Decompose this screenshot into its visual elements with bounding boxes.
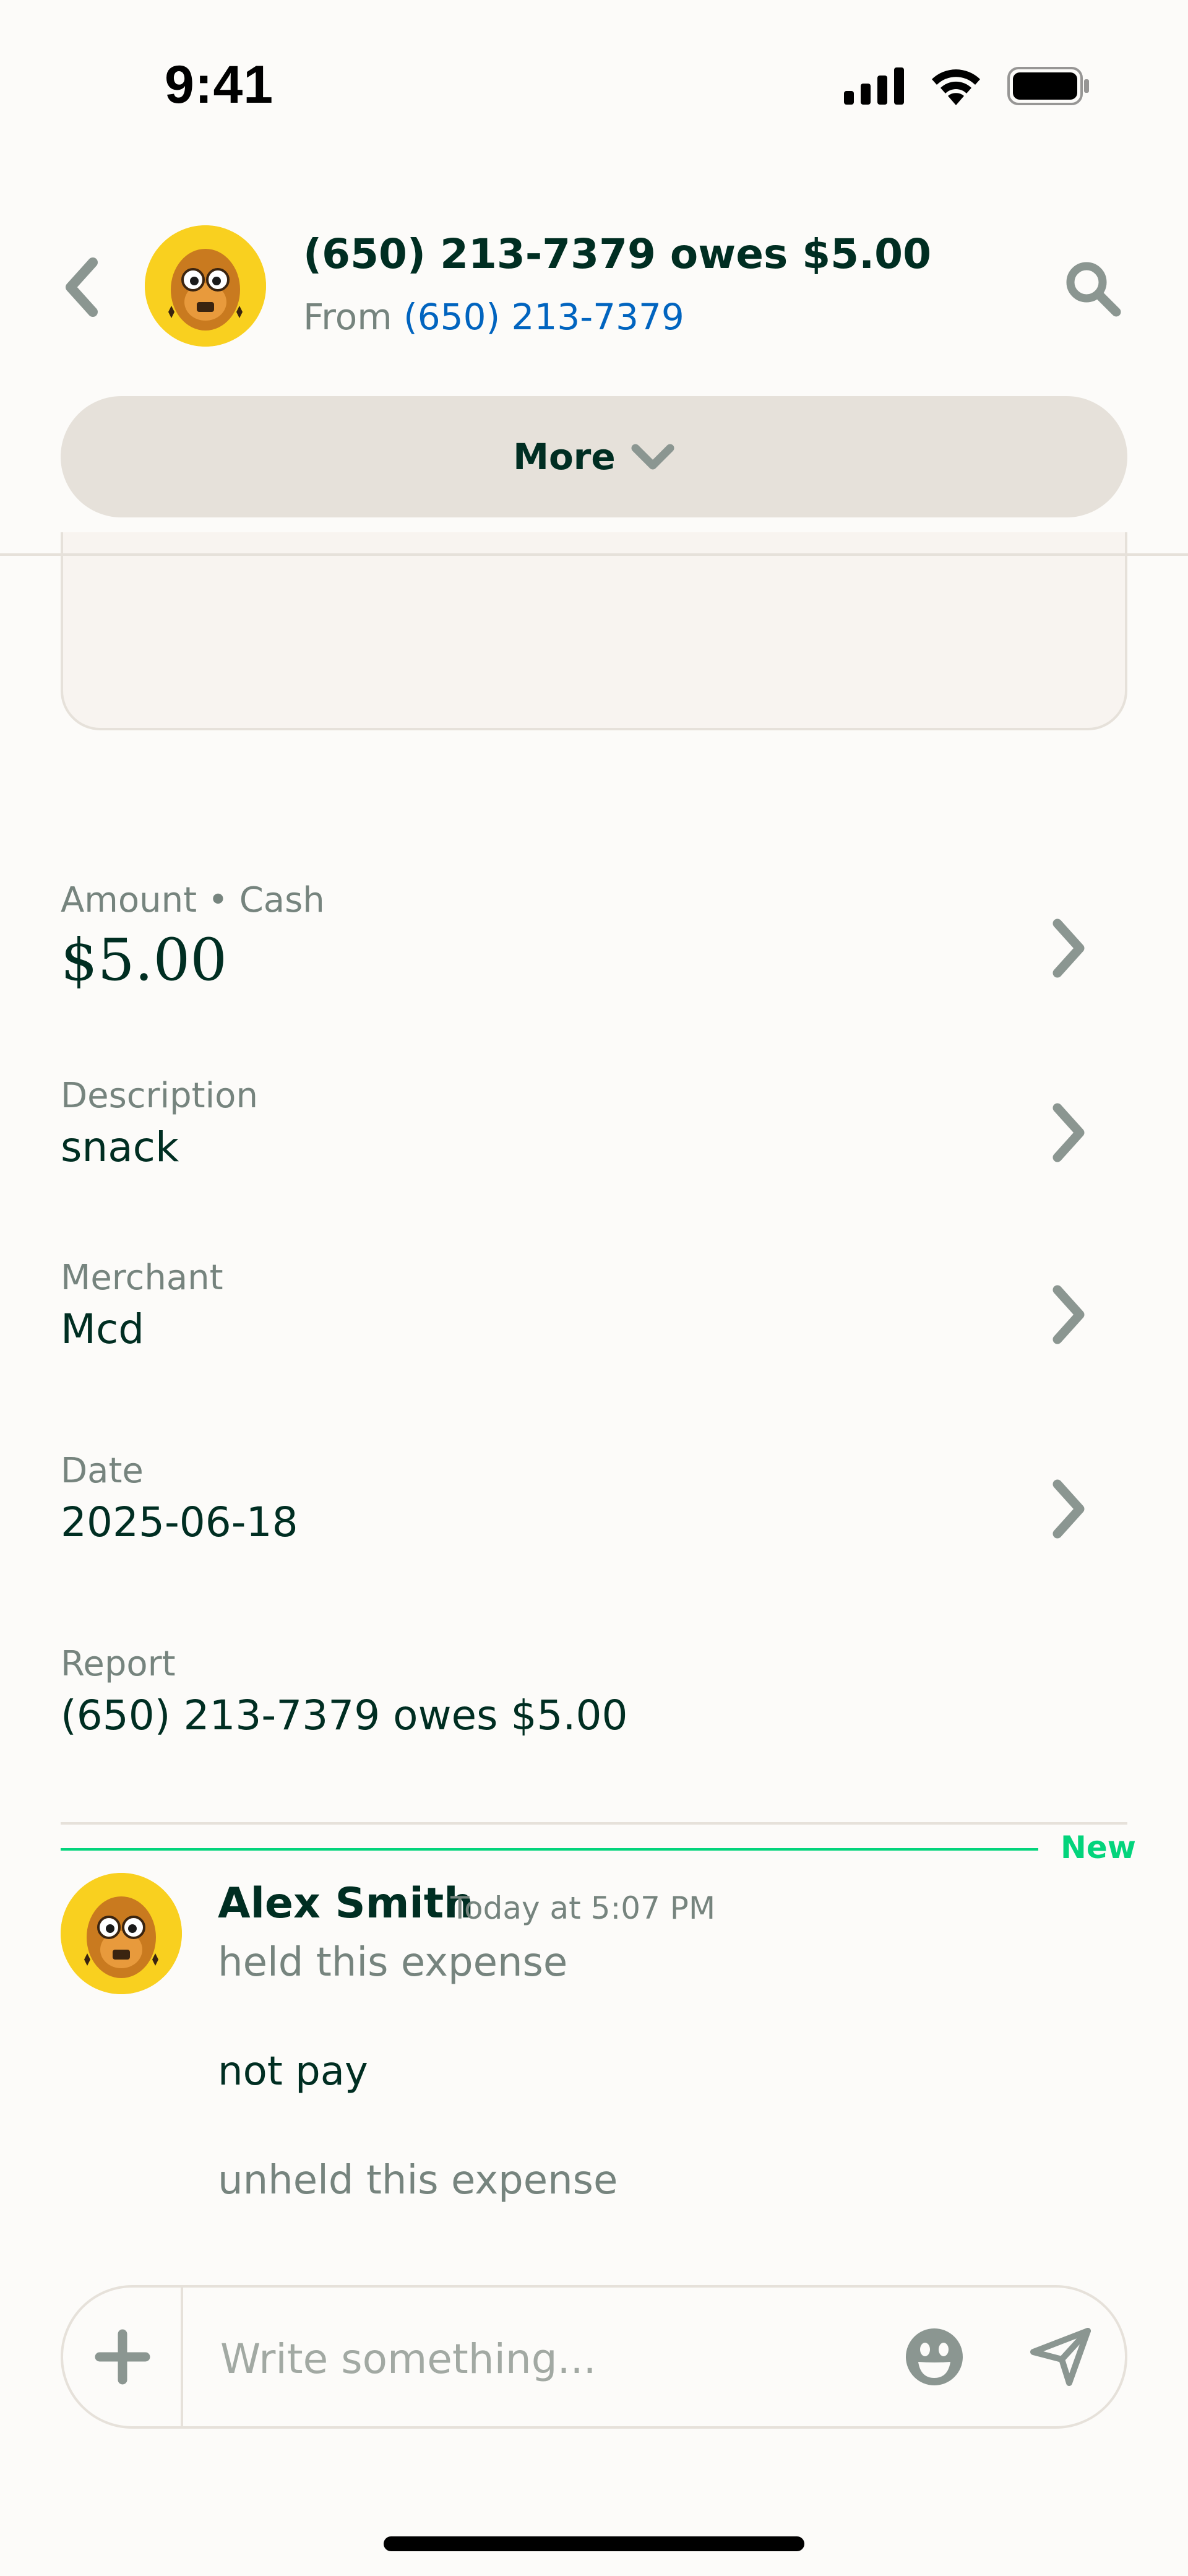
wifi-icon [932,69,980,105]
date-chevron [1047,1478,1090,1540]
status-bar: 9:41 [0,0,1188,161]
plus-icon [95,2329,150,2385]
new-messages-line [61,1848,1038,1851]
amount-field[interactable]: Amount • Cash $5.00 [61,880,1127,994]
chevron-right-icon [1052,1285,1085,1344]
composer [61,2285,1127,2429]
message-timestamp: Today at 5:07 PM [450,1890,716,1926]
expense-report-screen: 9:41 (650) 213-7379 owes $5.00 From (650… [0,0,1188,2576]
monkey-avatar-icon [145,225,266,347]
subtitle-prefix: From [303,296,392,338]
new-messages-label: New [1061,1830,1136,1865]
merchant-field[interactable]: Merchant Mcd [61,1258,1127,1353]
more-label: More [513,436,616,478]
receipt-card[interactable] [61,532,1127,730]
merchant-chevron [1047,1284,1090,1346]
emoji-button[interactable] [896,2319,973,2395]
more-button[interactable]: More [61,396,1127,517]
chevron-right-icon [1052,1103,1085,1162]
home-indicator[interactable] [384,2536,804,2551]
composer-separator [181,2288,183,2426]
report-field: Report (650) 213-7379 owes $5.00 [61,1644,1127,1739]
battery-icon [1007,67,1089,105]
report-label: Report [61,1644,176,1684]
from-contact-link[interactable]: (650) 213-7379 [403,296,684,338]
report-title: (650) 213-7379 owes $5.00 [303,230,932,278]
description-field[interactable]: Description snack [61,1076,1127,1171]
merchant-label: Merchant [61,1258,223,1298]
date-field[interactable]: Date 2025-06-18 [61,1451,1127,1546]
description-label: Description [61,1076,258,1116]
date-value: 2025-06-18 [61,1498,298,1546]
search-icon [1066,262,1121,317]
description-chevron [1047,1102,1090,1164]
back-chevron-icon [66,257,98,317]
date-label: Date [61,1451,144,1491]
chevron-right-icon [1052,918,1085,978]
chevron-down-icon [631,444,674,470]
signal-icon [844,67,904,105]
header-avatar[interactable] [145,225,266,347]
description-value: snack [61,1123,179,1171]
merchant-value: Mcd [61,1305,145,1353]
add-attachment-button[interactable] [63,2288,182,2426]
message-input[interactable] [220,2325,901,2393]
report-value: (650) 213-7379 owes $5.00 [61,1692,628,1739]
status-icons [844,64,1089,108]
emoji-icon [906,2328,963,2385]
monkey-avatar-icon [61,1873,182,1994]
amount-value: $5.00 [61,927,228,994]
report-divider [61,1822,1127,1825]
message-author[interactable]: Alex Smith [218,1879,474,1928]
chevron-right-icon [1052,1479,1085,1539]
amount-label: Amount • Cash [61,880,325,920]
send-button[interactable] [1022,2319,1099,2395]
message-line-comment: not pay [218,2049,368,2094]
message-line-unheld: unheld this expense [218,2158,618,2203]
back-button[interactable] [57,256,106,318]
message-avatar[interactable] [61,1873,182,1994]
status-time: 9:41 [165,55,274,115]
report-subtitle: From (650) 213-7379 [303,296,684,338]
send-icon [1030,2328,1091,2386]
search-button[interactable] [1061,256,1125,321]
header-divider [0,553,1188,556]
amount-chevron [1047,917,1090,979]
message-line-held: held this expense [218,1940,568,1986]
